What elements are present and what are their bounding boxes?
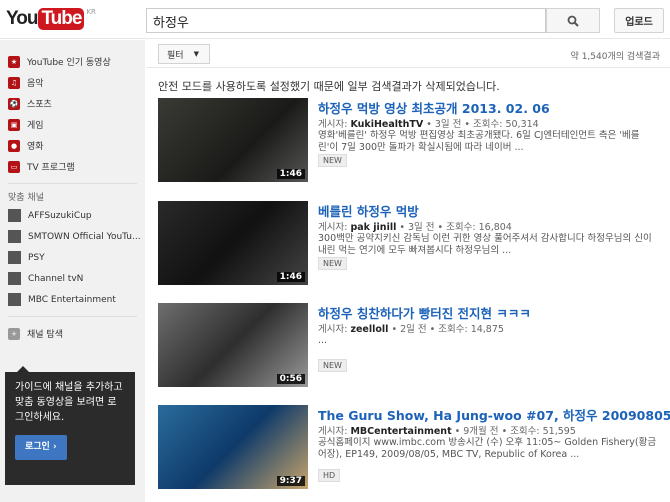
- channel-link[interactable]: KukiHealthTV: [350, 119, 423, 130]
- region-label: KR: [86, 8, 96, 16]
- channels-heading: 맞춤 채널: [8, 193, 44, 203]
- channel-avatar-icon: [8, 230, 21, 243]
- channel-label: MBC Entertainment: [28, 294, 116, 305]
- sidebar-item-label: YouTube 인기 동영상: [27, 58, 111, 68]
- channel-label: AFFSuzukiCup: [28, 210, 92, 221]
- search-icon: [567, 15, 579, 27]
- video-description: 300백만 공약지키신 감독님 이런 귀한 영상 풀어주셔서 감사합니다 하정우…: [318, 233, 652, 256]
- category-icon: ♫: [8, 76, 20, 89]
- category-icon: ●: [8, 139, 20, 152]
- channel-label: PSY: [28, 252, 45, 263]
- video-title-link[interactable]: The Guru Show, Ha Jung-woo #07, 하정우 2009…: [318, 405, 670, 424]
- video-thumbnail[interactable]: 9:37: [158, 405, 308, 489]
- login-button[interactable]: 로그인 ›: [15, 435, 67, 460]
- video-result: 1:46 베를린 하정우 먹방 게시자: pak jinill • 3일 전 •…: [158, 201, 662, 287]
- channel-link[interactable]: MBCentertainment: [350, 426, 451, 437]
- meta-prefix: 게시자:: [318, 222, 351, 233]
- video-thumbnail[interactable]: 1:46: [158, 98, 308, 182]
- channel-avatar-icon: [8, 293, 21, 306]
- video-description: ...: [318, 335, 328, 346]
- result-count: 약 1,540개의 검색결과: [570, 52, 660, 62]
- sidebar-item[interactable]: ⚽ 스포츠: [0, 93, 145, 114]
- channel-label: SMTOWN Official YouTu...: [28, 231, 141, 242]
- category-icon: ▭: [8, 160, 20, 173]
- sidebar-item-label: 영화: [27, 142, 44, 152]
- video-description: 영화'베를린' 하정우 먹방 편집영상 최초공개됐다. 6일 CJ엔터테인먼트 …: [318, 130, 640, 153]
- sidebar-item[interactable]: ▣ 게임: [0, 114, 145, 135]
- browse-channels-link[interactable]: + 채널 탐색: [0, 323, 145, 344]
- tooltip-text: 가이드에 채널을 추가하고 맞춤 동영상을 보려면 로그인하세요.: [15, 382, 123, 423]
- category-icon: ▣: [8, 118, 20, 131]
- meta-rest: • 2일 전 • 조회수: 14,875: [388, 324, 504, 335]
- sidebar-item-label: 스포츠: [27, 100, 52, 110]
- sidebar-item[interactable]: ● 영화: [0, 135, 145, 156]
- divider: [8, 316, 137, 317]
- video-result: 1:46 하정우 먹방 영상 최초공개 2013. 02. 06 게시자: Ku…: [158, 98, 662, 184]
- channel-avatar-icon: [8, 251, 21, 264]
- youtube-logo[interactable]: You Tube KR: [6, 8, 96, 30]
- badge: NEW: [318, 257, 347, 270]
- filter-bar: 필터 ▼ 약 1,540개의 검색결과: [146, 40, 670, 68]
- login-tooltip: 가이드에 채널을 추가하고 맞춤 동영상을 보려면 로그인하세요. 로그인 ›: [5, 366, 135, 485]
- duration-badge: 9:37: [276, 476, 305, 486]
- meta-prefix: 게시자:: [318, 324, 351, 335]
- badge: NEW: [318, 359, 347, 372]
- sidebar-item[interactable]: ♫ 음악: [0, 72, 145, 93]
- category-icon: ★: [8, 55, 20, 68]
- badge: HD: [318, 469, 341, 482]
- browse-label: 채널 탐색: [27, 330, 63, 340]
- results-area: 필터 ▼ 약 1,540개의 검색결과 안전 모드를 사용하도록 설정했기 때문에…: [146, 40, 670, 489]
- logo-you: You: [6, 8, 39, 29]
- search-button[interactable]: [546, 8, 600, 33]
- duration-badge: 1:46: [276, 272, 305, 282]
- chevron-down-icon: ▼: [193, 50, 199, 58]
- video-title-link[interactable]: 베를린 하정우 먹방: [318, 201, 419, 220]
- upload-button[interactable]: 업로드: [614, 8, 664, 33]
- video-description: 공식홈페이지 www.imbc.com 방송시간 (수) 오후 11:05~ G…: [318, 437, 657, 460]
- video-thumbnail[interactable]: 0:56: [158, 303, 308, 387]
- sidebar-item[interactable]: ▭ TV 프로그램: [0, 156, 145, 177]
- channel-item[interactable]: MBC Entertainment: [0, 289, 145, 310]
- video-title-link[interactable]: 하정우 칭찬하다가 빵터진 전지현 ㅋㅋㅋ: [318, 303, 531, 322]
- video-result: 0:56 하정우 칭찬하다가 빵터진 전지현 ㅋㅋㅋ 게시자: zeelloll…: [158, 303, 662, 389]
- sidebar-item-label: TV 프로그램: [27, 163, 75, 173]
- search-input[interactable]: 하정우: [146, 8, 546, 33]
- video-thumbnail[interactable]: 1:46: [158, 201, 308, 285]
- divider: [8, 183, 137, 184]
- meta-rest: • 9개월 전 • 조회수: 51,595: [451, 426, 576, 437]
- channel-item[interactable]: AFFSuzukiCup: [0, 205, 145, 226]
- video-meta: 게시자: pak jinill • 3일 전 • 조회수: 16,804: [318, 219, 512, 233]
- meta-rest: • 3일 전 • 조회수: 50,314: [423, 119, 539, 130]
- meta-prefix: 게시자:: [318, 119, 351, 130]
- meta-prefix: 게시자:: [318, 426, 351, 437]
- logo-tube: Tube: [38, 8, 85, 30]
- badge: NEW: [318, 154, 347, 167]
- plus-icon: +: [8, 327, 20, 340]
- duration-badge: 0:56: [276, 374, 305, 384]
- category-icon: ⚽: [8, 97, 20, 110]
- video-meta: 게시자: MBCentertainment • 9개월 전 • 조회수: 51,…: [318, 423, 576, 437]
- video-title-link[interactable]: 하정우 먹방 영상 최초공개 2013. 02. 06: [318, 98, 550, 117]
- channel-item[interactable]: Channel tvN: [0, 268, 145, 289]
- channel-link[interactable]: zeelloll: [350, 324, 388, 335]
- channel-avatar-icon: [8, 272, 21, 285]
- sidebar-item[interactable]: ★ YouTube 인기 동영상: [0, 51, 145, 72]
- masthead: You Tube KR 하정우 업로드: [0, 0, 670, 39]
- video-meta: 게시자: KukiHealthTV • 3일 전 • 조회수: 50,314: [318, 116, 539, 130]
- filter-label: 필터: [167, 50, 184, 61]
- channel-avatar-icon: [8, 209, 21, 222]
- channel-item[interactable]: SMTOWN Official YouTu...: [0, 226, 145, 247]
- safe-mode-notice: 안전 모드를 사용하도록 설정했기 때문에 일부 검색결과가 삭제되었습니다.: [158, 80, 500, 93]
- duration-badge: 1:46: [276, 169, 305, 179]
- channel-link[interactable]: pak jinill: [350, 222, 396, 233]
- video-meta: 게시자: zeelloll • 2일 전 • 조회수: 14,875: [318, 321, 504, 335]
- filter-button[interactable]: 필터 ▼: [158, 44, 210, 64]
- sidebar-item-label: 게임: [27, 121, 44, 131]
- meta-rest: • 3일 전 • 조회수: 16,804: [396, 222, 512, 233]
- video-result: 9:37 The Guru Show, Ha Jung-woo #07, 하정우…: [158, 405, 670, 491]
- sidebar-item-label: 음악: [27, 79, 44, 89]
- channel-label: Channel tvN: [28, 273, 84, 284]
- channel-item[interactable]: PSY: [0, 247, 145, 268]
